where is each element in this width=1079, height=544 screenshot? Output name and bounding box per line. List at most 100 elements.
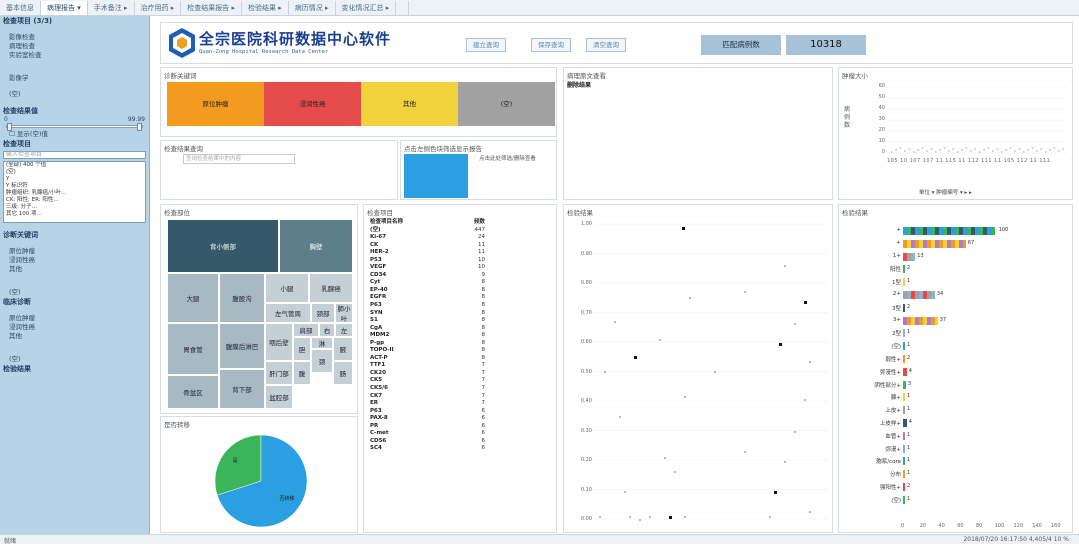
sidebar-filter-option[interactable]: 影像学: [0, 74, 149, 83]
table-row[interactable]: Ki-67 24: [370, 234, 485, 242]
keyword-block[interactable]: (空): [458, 82, 555, 126]
result-bar[interactable]: [903, 393, 905, 402]
body-site-cell[interactable]: 背小侧部: [167, 219, 279, 273]
sidebar-list-item[interactable]: CK: 阳性; ER: 阳性…: [4, 197, 145, 204]
result-bar[interactable]: [903, 457, 905, 466]
body-site-cell[interactable]: 乳腺癌: [309, 273, 353, 303]
table-row[interactable]: C-met 6: [370, 430, 485, 438]
table-row[interactable]: EGFR 8: [370, 294, 485, 302]
body-site-cell[interactable]: 骨盆区: [167, 375, 219, 409]
table-row[interactable]: SYN 8: [370, 310, 485, 318]
result-bar[interactable]: [903, 303, 905, 312]
body-site-cell[interactable]: 腹股沟: [219, 273, 265, 323]
result-bar[interactable]: [903, 483, 905, 491]
result-bar[interactable]: [903, 278, 905, 287]
sidebar-filter-option[interactable]: 其他: [0, 265, 149, 274]
table-row[interactable]: CK 11: [370, 242, 485, 250]
sidebar-list-item[interactable]: (空): [4, 169, 145, 176]
result-bar[interactable]: [903, 316, 938, 325]
save-query-button[interactable]: 保存查询: [531, 38, 571, 52]
table-row[interactable]: CK7 7: [370, 393, 485, 401]
table-row[interactable]: ACT-P 8: [370, 355, 485, 363]
report-filter-block[interactable]: [404, 154, 468, 198]
body-site-cell[interactable]: 背下部: [219, 369, 265, 409]
sidebar-null-option[interactable]: (空): [0, 90, 149, 99]
result-bar[interactable]: [903, 431, 905, 440]
sidebar-list-item[interactable]: Y 标识符: [4, 183, 145, 190]
table-row[interactable]: P-gp 8: [370, 340, 485, 348]
table-row[interactable]: (空) 447: [370, 227, 485, 235]
body-site-cell[interactable]: 右: [319, 323, 335, 337]
table-row[interactable]: VEGF 10: [370, 264, 485, 272]
result-bar[interactable]: [903, 444, 905, 453]
sidebar-list-item[interactable]: Y: [4, 176, 145, 183]
range-slider-max-handle[interactable]: [137, 123, 142, 131]
table-row[interactable]: SC4 6: [370, 445, 485, 453]
sidebar-null-option[interactable]: (空): [0, 288, 149, 297]
table-row[interactable]: ER 7: [370, 400, 485, 408]
body-site-cell[interactable]: 胸壁: [279, 219, 353, 273]
sidebar-list-item[interactable]: 肿瘤组织: 乳腺癌/小叶…: [4, 190, 145, 197]
tumor-size-legend[interactable]: 单位 ▾ 肿瘤编号 ▾ ▸ ▸: [919, 188, 972, 196]
table-row[interactable]: EP-40 8: [370, 287, 485, 295]
body-site-cell[interactable]: 肠: [333, 361, 353, 385]
top-tab[interactable]: 变化情况汇总 ▸: [336, 0, 397, 15]
result-bar[interactable]: [903, 406, 905, 415]
table-row[interactable]: TTF1 7: [370, 362, 485, 370]
table-row[interactable]: CK5/6 7: [370, 385, 485, 393]
top-tab[interactable]: 基本信息: [0, 0, 41, 15]
items-table[interactable]: 检查项目名称 频数 (空) 447 Ki-67 24 CK 11 HER-2 11 P53 10 VEG…: [370, 219, 485, 453]
result-bar[interactable]: [903, 329, 905, 338]
sidebar-filter-option[interactable]: 影像检查: [0, 33, 149, 42]
sidebar-null-option[interactable]: (空): [0, 355, 149, 364]
range-slider[interactable]: [6, 123, 143, 131]
table-row[interactable]: S1 8: [370, 317, 485, 325]
top-tab[interactable]: [396, 0, 410, 15]
body-site-cell[interactable]: 肺小叶: [335, 303, 353, 323]
result-bar[interactable]: [903, 291, 935, 299]
top-tab[interactable]: 治疗用药 ▸: [135, 0, 182, 15]
result-bar[interactable]: [903, 239, 966, 248]
sidebar-filter-option[interactable]: 病理检查: [0, 42, 149, 51]
table-row[interactable]: TOPO-II 8: [370, 347, 485, 355]
range-slider-min-handle[interactable]: [7, 123, 12, 131]
keyword-block[interactable]: 浸润性癌: [264, 82, 361, 126]
body-site-cell[interactable]: 淋: [311, 337, 333, 349]
table-row[interactable]: P63 6: [370, 408, 485, 416]
table-row[interactable]: MDM2 8: [370, 332, 485, 340]
table-row[interactable]: PR 6: [370, 423, 485, 431]
body-site-cell[interactable]: 肩部: [293, 323, 319, 337]
top-tab[interactable]: 检验结果 ▸: [242, 0, 289, 15]
keyword-block[interactable]: 其他: [361, 82, 458, 126]
body-site-cell[interactable]: 盆腔部: [265, 385, 293, 409]
show-null-checkbox[interactable]: ☐ 显示(空)值: [0, 130, 149, 139]
result-bar[interactable]: [903, 367, 907, 376]
body-site-cell[interactable]: 小腿: [265, 273, 309, 303]
body-site-cell[interactable]: 咽后壁: [265, 323, 293, 361]
sidebar-value-list[interactable]: (全部) 400 个值 (空) Y Y 标识符 肿瘤组织: 乳腺癌/小叶… CK: 阳性;…: [3, 161, 146, 223]
sidebar-filter-option[interactable]: 浸润性癌: [0, 323, 149, 332]
table-row[interactable]: HER-2 11: [370, 249, 485, 257]
table-row[interactable]: P53 10: [370, 257, 485, 265]
sidebar-filter-option[interactable]: 原位肿瘤: [0, 314, 149, 323]
result-bar[interactable]: [903, 227, 997, 235]
body-site-cell[interactable]: 胆: [293, 337, 311, 361]
top-tab[interactable]: 病历情况 ▸: [289, 0, 336, 15]
result-bar[interactable]: [903, 470, 905, 479]
body-site-cell[interactable]: 左: [335, 323, 353, 337]
body-site-cell[interactable]: 颈部: [311, 303, 335, 323]
body-site-cell[interactable]: 左气管周: [265, 303, 311, 323]
body-site-cell[interactable]: 肝门部: [265, 361, 293, 385]
top-tab[interactable]: 手术备注 ▸: [88, 0, 135, 15]
result-search-input[interactable]: 查询检查结果中的内容: [183, 154, 295, 164]
body-site-cell[interactable]: 腋: [333, 337, 353, 361]
sidebar-search-input[interactable]: 输入检查项目: [3, 151, 146, 159]
table-row[interactable]: CK5 7: [370, 377, 485, 385]
result-bar[interactable]: [903, 342, 905, 351]
result-bar[interactable]: [903, 495, 905, 504]
top-tab[interactable]: 病理报告 ▾: [41, 0, 88, 15]
result-bar[interactable]: [903, 355, 905, 363]
sidebar-list-item[interactable]: 其它 100 项…: [4, 211, 145, 218]
sidebar-list-item[interactable]: 三级: 分子…: [4, 204, 145, 211]
sidebar-filter-option[interactable]: 原位肿瘤: [0, 247, 149, 256]
